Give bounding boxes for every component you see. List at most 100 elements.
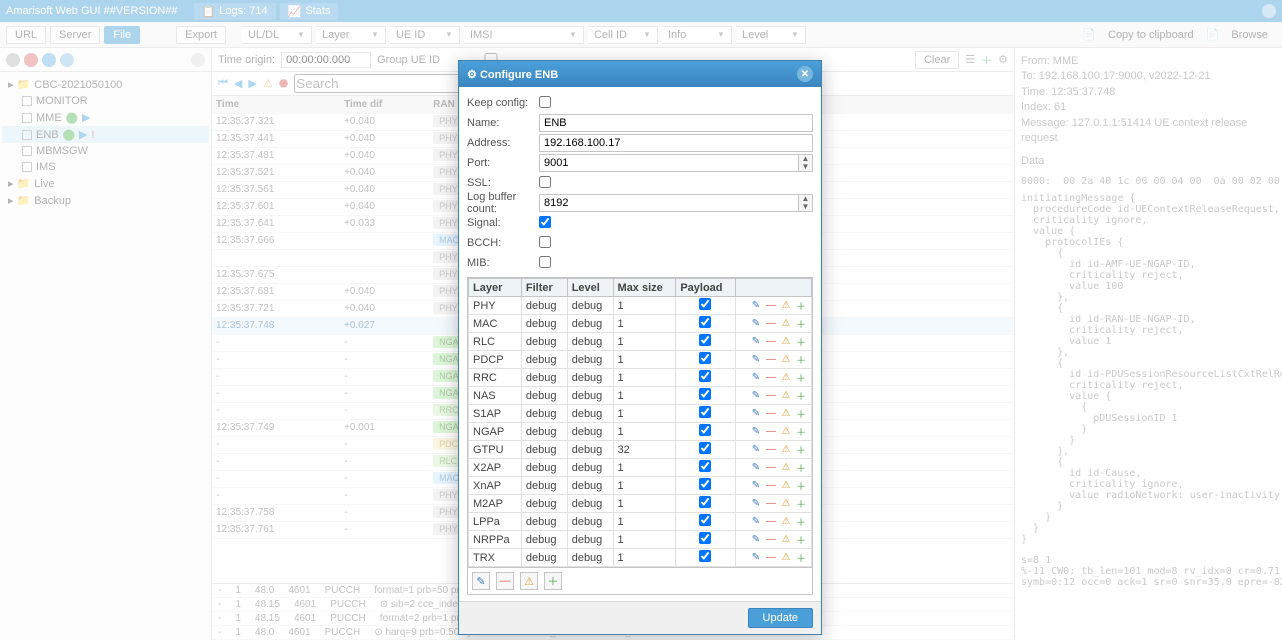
- payload-checkbox[interactable]: [699, 424, 711, 436]
- grid-row[interactable]: MACdebugdebug1✎—⚠＋: [469, 315, 812, 333]
- delete-icon[interactable]: —: [765, 408, 777, 420]
- warn-icon[interactable]: ⚠: [780, 372, 792, 384]
- delete-icon[interactable]: —: [765, 498, 777, 510]
- edit-icon[interactable]: ✎: [750, 408, 762, 420]
- add-icon[interactable]: ＋: [795, 426, 807, 438]
- payload-checkbox[interactable]: [699, 334, 711, 346]
- edit-icon[interactable]: ✎: [750, 444, 762, 456]
- edit-icon[interactable]: ✎: [750, 480, 762, 492]
- payload-checkbox[interactable]: [699, 532, 711, 544]
- grid-row[interactable]: X2APdebugdebug1✎—⚠＋: [469, 459, 812, 477]
- add-icon[interactable]: ＋: [795, 390, 807, 402]
- add-all-button[interactable]: ＋: [544, 572, 562, 590]
- edit-icon[interactable]: ✎: [750, 426, 762, 438]
- add-icon[interactable]: ＋: [795, 444, 807, 456]
- grid-row[interactable]: NASdebugdebug1✎—⚠＋: [469, 387, 812, 405]
- warn-icon[interactable]: ⚠: [780, 318, 792, 330]
- payload-checkbox[interactable]: [699, 442, 711, 454]
- add-icon[interactable]: ＋: [795, 552, 807, 564]
- edit-icon[interactable]: ✎: [750, 516, 762, 528]
- close-button[interactable]: ✕: [797, 66, 813, 82]
- grid-row[interactable]: XnAPdebugdebug1✎—⚠＋: [469, 477, 812, 495]
- grid-row[interactable]: GTPUdebugdebug32✎—⚠＋: [469, 441, 812, 459]
- add-icon[interactable]: ＋: [795, 516, 807, 528]
- edit-icon[interactable]: ✎: [750, 372, 762, 384]
- name-input[interactable]: [539, 114, 813, 132]
- grid-row[interactable]: M2APdebugdebug1✎—⚠＋: [469, 495, 812, 513]
- grid-row[interactable]: LPPadebugdebug1✎—⚠＋: [469, 513, 812, 531]
- delete-icon[interactable]: —: [765, 444, 777, 456]
- edit-icon[interactable]: ✎: [750, 462, 762, 474]
- edit-icon[interactable]: ✎: [750, 354, 762, 366]
- bcch-checkbox[interactable]: [539, 236, 551, 248]
- warn-icon[interactable]: ⚠: [780, 336, 792, 348]
- warn-icon[interactable]: ⚠: [780, 408, 792, 420]
- add-icon[interactable]: ＋: [795, 336, 807, 348]
- signal-checkbox[interactable]: [539, 216, 551, 228]
- grid-col[interactable]: Level: [567, 279, 613, 297]
- delete-icon[interactable]: —: [765, 462, 777, 474]
- add-icon[interactable]: ＋: [795, 534, 807, 546]
- payload-checkbox[interactable]: [699, 352, 711, 364]
- delete-icon[interactable]: —: [765, 534, 777, 546]
- payload-checkbox[interactable]: [699, 478, 711, 490]
- grid-row[interactable]: NRPPadebugdebug1✎—⚠＋: [469, 531, 812, 549]
- edit-icon[interactable]: ✎: [750, 390, 762, 402]
- warn-icon[interactable]: ⚠: [780, 534, 792, 546]
- grid-row[interactable]: NGAPdebugdebug1✎—⚠＋: [469, 423, 812, 441]
- delete-icon[interactable]: —: [765, 336, 777, 348]
- warn-icon[interactable]: ⚠: [780, 426, 792, 438]
- delete-all-button[interactable]: —: [496, 572, 514, 590]
- grid-col[interactable]: Filter: [521, 279, 567, 297]
- warn-icon[interactable]: ⚠: [780, 300, 792, 312]
- edit-icon[interactable]: ✎: [750, 552, 762, 564]
- warn-icon[interactable]: ⚠: [780, 390, 792, 402]
- grid-row[interactable]: PDCPdebugdebug1✎—⚠＋: [469, 351, 812, 369]
- warn-icon[interactable]: ⚠: [780, 444, 792, 456]
- logbuf-input[interactable]: [539, 194, 799, 212]
- grid-row[interactable]: S1APdebugdebug1✎—⚠＋: [469, 405, 812, 423]
- edit-icon[interactable]: ✎: [750, 300, 762, 312]
- add-icon[interactable]: ＋: [795, 498, 807, 510]
- keep-config-checkbox[interactable]: [539, 96, 551, 108]
- payload-checkbox[interactable]: [699, 496, 711, 508]
- add-icon[interactable]: ＋: [795, 408, 807, 420]
- grid-col[interactable]: Layer: [469, 279, 522, 297]
- delete-icon[interactable]: —: [765, 354, 777, 366]
- grid-row[interactable]: PHYdebugdebug1✎—⚠＋: [469, 297, 812, 315]
- add-icon[interactable]: ＋: [795, 372, 807, 384]
- payload-checkbox[interactable]: [699, 406, 711, 418]
- port-input[interactable]: [539, 154, 799, 172]
- grid-col[interactable]: Max size: [613, 279, 676, 297]
- add-icon[interactable]: ＋: [795, 300, 807, 312]
- grid-col[interactable]: Payload: [676, 279, 735, 297]
- warn-icon[interactable]: ⚠: [780, 480, 792, 492]
- edit-icon[interactable]: ✎: [750, 318, 762, 330]
- add-icon[interactable]: ＋: [795, 318, 807, 330]
- payload-checkbox[interactable]: [699, 460, 711, 472]
- edit-icon[interactable]: ✎: [750, 498, 762, 510]
- edit-icon[interactable]: ✎: [750, 336, 762, 348]
- warn-icon[interactable]: ⚠: [780, 498, 792, 510]
- payload-checkbox[interactable]: [699, 388, 711, 400]
- add-icon[interactable]: ＋: [795, 354, 807, 366]
- add-icon[interactable]: ＋: [795, 462, 807, 474]
- delete-icon[interactable]: —: [765, 516, 777, 528]
- warn-icon[interactable]: ⚠: [780, 462, 792, 474]
- grid-col[interactable]: [735, 279, 811, 297]
- delete-icon[interactable]: —: [765, 426, 777, 438]
- payload-checkbox[interactable]: [699, 514, 711, 526]
- port-spin[interactable]: ▲▼: [799, 154, 813, 172]
- warn-icon[interactable]: ⚠: [780, 552, 792, 564]
- delete-icon[interactable]: —: [765, 300, 777, 312]
- warn-icon[interactable]: ⚠: [780, 516, 792, 528]
- delete-icon[interactable]: —: [765, 480, 777, 492]
- payload-checkbox[interactable]: [699, 550, 711, 562]
- grid-row[interactable]: RLCdebugdebug1✎—⚠＋: [469, 333, 812, 351]
- edit-all-button[interactable]: ✎: [472, 572, 490, 590]
- ssl-checkbox[interactable]: [539, 176, 551, 188]
- payload-checkbox[interactable]: [699, 298, 711, 310]
- add-icon[interactable]: ＋: [795, 480, 807, 492]
- update-button[interactable]: Update: [748, 608, 813, 628]
- delete-icon[interactable]: —: [765, 552, 777, 564]
